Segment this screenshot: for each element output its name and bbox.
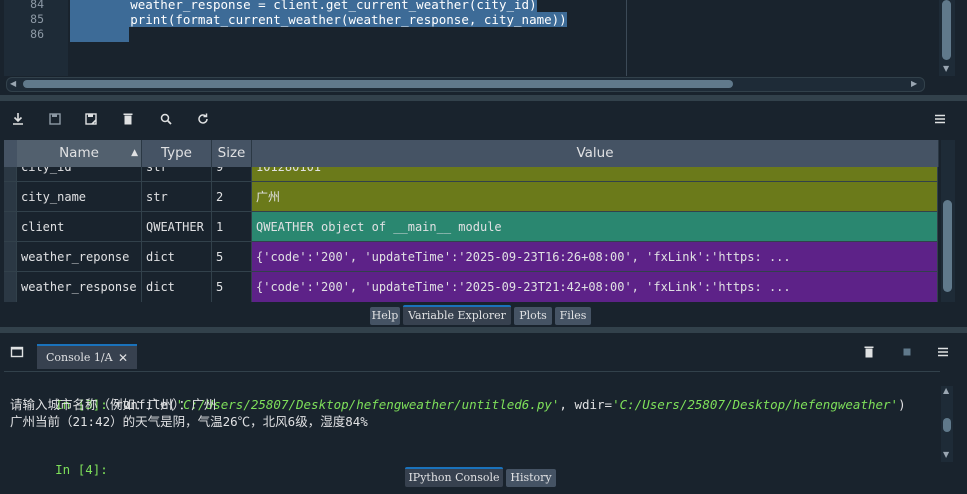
variable-explorer-pane: Name ▲ Type Size Value city_id str 9 101…	[0, 104, 967, 328]
variable-size: 1	[212, 212, 252, 242]
row-marker	[4, 182, 17, 212]
variable-type: dict	[142, 242, 212, 272]
row-marker	[4, 167, 17, 182]
console-command: , wdir=	[559, 397, 613, 412]
scroll-down-arrow-icon[interactable]: ▼	[943, 450, 949, 459]
editor-vertical-scrollbar[interactable]: ▼	[939, 0, 955, 76]
scroll-up-arrow-icon[interactable]: ▲	[943, 386, 949, 395]
variable-type: QWEATHER	[142, 212, 212, 242]
row-marker	[4, 242, 17, 272]
editor-horizontal-scrollbar[interactable]: ◀ ▶	[6, 77, 925, 92]
variable-name: client	[17, 212, 142, 242]
variable-explorer-toolbar	[0, 104, 967, 136]
console-output[interactable]: In [3]: runfile('C:/Users/25807/Desktop/…	[4, 371, 940, 477]
variable-value: 101280101	[252, 167, 938, 182]
console-prompt: In [4]:	[55, 462, 116, 477]
table-body: city_id str 9 101280101 city_name str 2 …	[4, 167, 938, 302]
code-line[interactable]: weather_response = client.get_current_we…	[70, 0, 537, 12]
variable-value: 广州	[252, 182, 938, 212]
tab-variable-explorer[interactable]: Variable Explorer	[403, 305, 511, 325]
table-row[interactable]: city_id str 9 101280101	[4, 167, 938, 182]
console-input-line[interactable]: In [4]:	[10, 446, 115, 494]
variable-name: weather_response	[17, 272, 142, 302]
variable-size: 5	[212, 272, 252, 302]
line-number-gutter: 84 85 86	[4, 0, 68, 76]
scroll-right-arrow-icon[interactable]: ▶	[911, 79, 917, 88]
row-marker	[4, 212, 17, 242]
save-icon[interactable]	[47, 112, 63, 128]
console-vertical-scrollbar[interactable]: ▲ ▼	[941, 386, 953, 462]
code-editor[interactable]: 84 85 86 weather_response = client.get_c…	[0, 0, 967, 93]
column-header-size[interactable]: Size	[212, 140, 252, 167]
variable-type: str	[142, 167, 212, 182]
scrollbar-thumb[interactable]	[943, 418, 951, 432]
variable-value: QWEATHER object of __main__ module	[252, 212, 938, 242]
search-icon[interactable]	[158, 112, 174, 128]
line-number: 86	[30, 27, 44, 41]
tab-help[interactable]: Help	[370, 307, 400, 325]
variable-type: dict	[142, 272, 212, 302]
pane-tabs: IPython Console History	[405, 467, 557, 488]
row-header-corner	[4, 140, 18, 167]
pane-splitter[interactable]	[0, 95, 967, 101]
line-number: 85	[30, 12, 44, 26]
sort-ascending-icon[interactable]: ▲	[131, 140, 138, 167]
column-header-name[interactable]: Name ▲	[17, 140, 142, 167]
trash-icon[interactable]	[120, 112, 136, 128]
tab-console[interactable]: Console 1/A ✕	[37, 344, 137, 369]
code-line[interactable]	[70, 27, 129, 42]
table-row[interactable]: client QWEATHER 1 QWEATHER object of __m…	[4, 211, 938, 242]
variable-size: 5	[212, 242, 252, 272]
console-command: )	[898, 397, 906, 412]
column-label: Name	[59, 145, 99, 161]
column-header-value[interactable]: Value	[252, 140, 939, 167]
scroll-down-arrow-icon[interactable]: ▼	[943, 64, 949, 73]
pane-splitter[interactable]	[0, 327, 967, 333]
scrollbar-thumb[interactable]	[23, 80, 733, 88]
variable-value: {'code':'200', 'updateTime':'2025-09-23T…	[252, 272, 938, 302]
table-vertical-scrollbar[interactable]	[941, 140, 955, 302]
tab-plots[interactable]: Plots	[514, 307, 552, 325]
close-icon[interactable]: ✕	[118, 346, 128, 370]
console-output-line: 广州当前（21:42）的天气是阴，气温26℃，北风6级，湿度84%	[10, 414, 368, 429]
variable-type: str	[142, 182, 212, 212]
row-marker	[4, 272, 17, 302]
table-row[interactable]: weather_reponse dict 5 {'code':'200', 'u…	[4, 241, 938, 272]
table-row[interactable]: weather_response dict 5 {'code':'200', '…	[4, 271, 938, 302]
save-as-icon[interactable]	[83, 112, 99, 128]
variable-name: weather_reponse	[17, 242, 142, 272]
stop-icon[interactable]	[900, 344, 916, 360]
variable-size: 2	[212, 182, 252, 212]
scroll-left-arrow-icon[interactable]: ◀	[10, 79, 16, 88]
scrollbar-thumb[interactable]	[943, 200, 952, 292]
table-row[interactable]: city_name str 2 广州	[4, 181, 938, 212]
hamburger-icon[interactable]	[932, 112, 948, 128]
console-tab-label: Console 1/A	[46, 351, 113, 364]
variable-name: city_id	[17, 167, 142, 182]
hamburger-icon[interactable]	[936, 344, 952, 360]
variable-value: {'code':'200', 'updateTime':'2025-09-23T…	[252, 242, 938, 272]
column-header-type[interactable]: Type	[142, 140, 212, 167]
tab-files[interactable]: Files	[555, 307, 591, 325]
variable-size: 9	[212, 167, 252, 182]
tab-ipython-console[interactable]: IPython Console	[405, 467, 503, 487]
download-icon[interactable]	[10, 112, 26, 128]
tab-history[interactable]: History	[506, 469, 556, 487]
clear-console-icon[interactable]	[862, 344, 878, 360]
ipython-console-pane: Console 1/A ✕ In [3]: runfile('C:/Users/…	[0, 334, 967, 492]
code-area[interactable]: weather_response = client.get_current_we…	[70, 0, 940, 76]
console-output-line: 请输入城市名称（例如：广州）：广州	[10, 397, 217, 412]
scrollbar-thumb[interactable]	[942, 0, 951, 60]
edge-line	[626, 0, 627, 76]
variable-name: city_name	[17, 182, 142, 212]
console-string: 'C:/Users/25807/Desktop/hefengweather'	[612, 397, 899, 412]
refresh-icon[interactable]	[195, 112, 211, 128]
line-number: 84	[30, 0, 44, 11]
pane-tabs: Help Variable Explorer Plots Files	[370, 305, 592, 326]
console-string: 'C:/Users/25807/Desktop/hefengweather/un…	[175, 397, 560, 412]
browse-tabs-icon[interactable]	[10, 344, 26, 360]
code-line[interactable]: print(format_current_weather(weather_res…	[70, 12, 567, 27]
variable-table[interactable]: Name ▲ Type Size Value city_id str 9 101…	[4, 140, 939, 302]
